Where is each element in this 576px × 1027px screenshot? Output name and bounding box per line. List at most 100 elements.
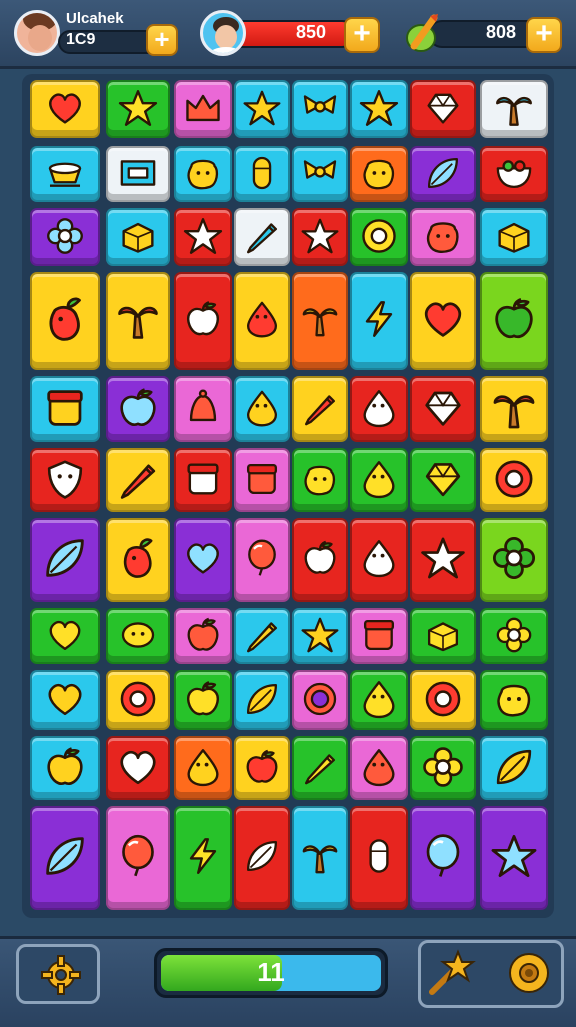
tile-yellow-heart[interactable] — [30, 80, 100, 138]
tile-yellow-ball[interactable] — [480, 448, 548, 512]
tile-red-jar[interactable] — [174, 448, 232, 512]
tile-green-gem[interactable] — [410, 448, 476, 512]
tile-purple-balloon[interactable] — [410, 806, 476, 910]
tile-pink-ring[interactable] — [292, 670, 348, 730]
leaf-icon — [427, 157, 459, 188]
tile-red-gem[interactable] — [410, 376, 476, 442]
tile-green-blob[interactable] — [292, 448, 348, 512]
apple-icon — [187, 301, 219, 336]
tile-cyan-star[interactable] — [234, 80, 290, 138]
tile-pink-drop[interactable] — [350, 736, 408, 800]
donut-booster-button[interactable] — [506, 950, 552, 1001]
tile-cyan-cup[interactable] — [30, 146, 100, 202]
settings-gear-button[interactable] — [16, 944, 100, 1004]
tile-red-heart[interactable] — [106, 736, 170, 800]
tile-green-ball[interactable] — [350, 208, 408, 266]
tile-red-candy[interactable] — [350, 806, 408, 910]
carrot-pencil-icon — [404, 12, 442, 59]
tile-red-leaf[interactable] — [234, 806, 290, 910]
tile-white-flag[interactable] — [106, 146, 170, 202]
tile-purple-apple[interactable] — [106, 376, 170, 442]
tile-yellow-pencil[interactable] — [292, 376, 348, 442]
tile-cyan-bolt[interactable] — [350, 272, 408, 370]
tile-green-drop[interactable] — [350, 670, 408, 730]
tile-purple-star[interactable] — [480, 806, 548, 910]
tile-red-drop[interactable] — [350, 376, 408, 442]
tile-pink-balloon[interactable] — [234, 518, 290, 602]
tile-lime-flower[interactable] — [480, 518, 548, 602]
tile-white-pencil[interactable] — [234, 208, 290, 266]
tile-red-shield[interactable] — [30, 448, 100, 512]
tile-green-star[interactable] — [106, 80, 170, 138]
player-avatar[interactable] — [14, 10, 60, 56]
tile-white-palm[interactable] — [480, 80, 548, 138]
tile-yellow-palm[interactable] — [480, 376, 548, 442]
tile-pink-crown[interactable] — [174, 80, 232, 138]
tile-green-apple[interactable] — [174, 670, 232, 730]
tile-purple-leaf[interactable] — [410, 146, 476, 202]
tile-green-flower[interactable] — [480, 608, 548, 664]
tile-green-cube[interactable] — [410, 608, 476, 664]
tile-orange-palm[interactable] — [292, 272, 348, 370]
tile-pink-balloon[interactable] — [106, 806, 170, 910]
tile-cyan-drop[interactable] — [234, 376, 290, 442]
tile-green-drop[interactable] — [350, 448, 408, 512]
tile-red-star[interactable] — [410, 518, 476, 602]
tile-red-apple[interactable] — [174, 272, 232, 370]
tile-yellow-apple[interactable] — [234, 736, 290, 800]
tile-yellow-carrot[interactable] — [106, 518, 170, 602]
tile-pink-apple[interactable] — [174, 608, 232, 664]
tile-yellow-carrot[interactable] — [30, 272, 100, 370]
tile-cyan-leaf[interactable] — [234, 670, 290, 730]
add-gems-button[interactable]: + — [526, 17, 562, 53]
tile-green-bolt[interactable] — [174, 806, 232, 910]
tile-cyan-cube[interactable] — [106, 208, 170, 266]
tile-red-drop[interactable] — [350, 518, 408, 602]
tile-red-bowl[interactable] — [480, 146, 548, 202]
tile-cyan-bow[interactable] — [292, 80, 348, 138]
tile-green-lemon[interactable] — [106, 608, 170, 664]
tile-lime-apple[interactable] — [480, 272, 548, 370]
tile-cyan-apple[interactable] — [30, 736, 100, 800]
apple-icon — [246, 749, 278, 783]
tile-orange-blob[interactable] — [350, 146, 408, 202]
tile-cyan-cube[interactable] — [480, 208, 548, 266]
tile-pink-jar[interactable] — [350, 608, 408, 664]
tile-cyan-pencil[interactable] — [234, 608, 290, 664]
tile-cyan-candy[interactable] — [234, 146, 290, 202]
tile-yellow-drop[interactable] — [234, 272, 290, 370]
tile-yellow-palm[interactable] — [106, 272, 170, 370]
tile-yellow-pencil[interactable] — [106, 448, 170, 512]
add-coins-button[interactable]: + — [344, 17, 380, 53]
tile-green-heart[interactable] — [30, 608, 100, 664]
tile-cyan-blob[interactable] — [174, 146, 232, 202]
tile-purple-heart[interactable] — [174, 518, 232, 602]
tile-green-flower[interactable] — [410, 736, 476, 800]
tile-pink-bell[interactable] — [174, 376, 232, 442]
cube-icon — [427, 622, 459, 652]
tile-yellow-heart[interactable] — [410, 272, 476, 370]
tile-orange-drop[interactable] — [174, 736, 232, 800]
tile-pink-jar[interactable] — [234, 448, 290, 512]
tile-cyan-jar[interactable] — [30, 376, 100, 442]
tile-red-star[interactable] — [292, 208, 348, 266]
tile-purple-leaf[interactable] — [30, 518, 100, 602]
tile-cyan-star[interactable] — [292, 608, 348, 664]
tile-red-star[interactable] — [174, 208, 232, 266]
tile-green-blob[interactable] — [480, 670, 548, 730]
add-score-button[interactable]: + — [146, 24, 178, 56]
tile-cyan-star[interactable] — [350, 80, 408, 138]
tile-pink-blob[interactable] — [410, 208, 476, 266]
tile-cyan-bow[interactable] — [292, 146, 348, 202]
tile-cyan-leaf[interactable] — [480, 736, 548, 800]
tile-purple-flower[interactable] — [30, 208, 100, 266]
tile-yellow-ball[interactable] — [106, 670, 170, 730]
tile-green-pencil[interactable] — [292, 736, 348, 800]
tile-purple-leaf[interactable] — [30, 806, 100, 910]
star-wand-button[interactable] — [426, 948, 476, 1003]
tile-cyan-palm[interactable] — [292, 806, 348, 910]
tile-yellow-ball[interactable] — [410, 670, 476, 730]
tile-red-gem[interactable] — [410, 80, 476, 138]
tile-red-apple[interactable] — [292, 518, 348, 602]
tile-cyan-heart[interactable] — [30, 670, 100, 730]
